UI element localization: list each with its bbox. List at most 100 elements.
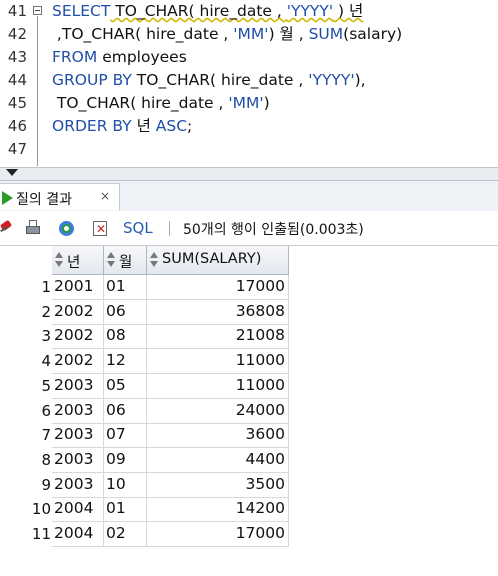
cell-month[interactable]: 06: [106, 302, 126, 320]
row-number[interactable]: 6: [0, 402, 51, 420]
code-line[interactable]: SELECT TO_CHAR( hire_date , 'YYYY' ) 년: [52, 0, 363, 23]
panel-splitter[interactable]: [0, 167, 498, 181]
sort-icon[interactable]: [55, 252, 64, 268]
cell-sum-salary[interactable]: 24000: [147, 401, 285, 419]
code-line[interactable]: TO_CHAR( hire_date , 'MM'): [52, 92, 270, 115]
cell-year[interactable]: 2003: [54, 401, 93, 419]
code-line[interactable]: FROM employees: [52, 46, 187, 69]
fold-toggle-icon[interactable]: [33, 6, 42, 15]
code-line[interactable]: GROUP BY TO_CHAR( hire_date , 'YYYY'),: [52, 69, 366, 92]
sql-token: ;: [187, 117, 193, 135]
row-number[interactable]: 2: [0, 303, 51, 321]
row-number[interactable]: 5: [0, 377, 51, 395]
line-number: 44: [7, 71, 27, 89]
code-line[interactable]: ORDER BY 년 ASC;: [52, 115, 192, 138]
sql-string: 'MM': [228, 94, 264, 112]
cell-sum-salary[interactable]: 3500: [147, 475, 285, 493]
cell-year[interactable]: 2001: [54, 277, 93, 295]
line-number: 45: [7, 94, 27, 112]
results-tab-bar: 질의 결과 ×: [0, 181, 498, 212]
row-number[interactable]: 9: [0, 476, 51, 494]
sql-editor[interactable]: 41 42 43 44 45 46 47 SELECT TO_CHAR( hire_date…: [0, 0, 498, 167]
cell-sum-salary[interactable]: 21008: [147, 326, 285, 344]
column-header-sum-salary[interactable]: SUM(SALARY): [147, 246, 289, 275]
cell-sum-salary[interactable]: 17000: [147, 277, 285, 295]
sort-icon[interactable]: [150, 252, 159, 268]
sql-string: 'YYYY': [286, 2, 334, 20]
cell-year[interactable]: 2002: [54, 326, 93, 344]
cell-month[interactable]: 02: [106, 524, 126, 542]
cell-sum-salary[interactable]: 11000: [147, 351, 285, 369]
line-number: 41: [7, 2, 27, 20]
line-number: 46: [7, 117, 27, 135]
toolbar-separator: [169, 221, 170, 236]
close-tab-button[interactable]: ×: [100, 189, 110, 203]
row-number[interactable]: 4: [0, 352, 51, 370]
column-header-month[interactable]: 월: [104, 246, 147, 275]
sql-token: TO_CHAR( hire_date ,: [131, 71, 309, 89]
cell-year[interactable]: 2002: [54, 351, 93, 369]
sql-token: ) 월 ,: [268, 25, 309, 43]
sql-token: (salary): [343, 25, 403, 43]
sql-token: ,TO_CHAR( hire_date ,: [52, 25, 234, 43]
refresh-icon[interactable]: [58, 220, 75, 237]
cell-month[interactable]: 12: [106, 351, 126, 369]
cell-month[interactable]: 01: [106, 499, 126, 517]
sql-keyword: GROUP BY: [52, 71, 132, 89]
sql-token: 년: [131, 117, 156, 135]
cell-year[interactable]: 2003: [54, 376, 93, 394]
fold-guide-line: [37, 16, 38, 166]
sql-keyword: SUM: [308, 25, 344, 43]
cell-month[interactable]: 08: [106, 326, 126, 344]
row-number[interactable]: 8: [0, 451, 51, 469]
run-arrow-icon: [2, 191, 13, 205]
line-number: 43: [7, 48, 27, 66]
cell-month[interactable]: 05: [106, 376, 126, 394]
row-number[interactable]: 7: [0, 426, 51, 444]
collapse-arrow-icon[interactable]: [6, 169, 18, 176]
sql-keyword: SELECT: [52, 2, 111, 20]
row-number[interactable]: 10: [0, 500, 51, 518]
cell-month[interactable]: 09: [106, 450, 126, 468]
line-number: 42: [7, 25, 27, 43]
sql-token: TO_CHAR( hire_date ,: [110, 2, 287, 20]
cell-sum-salary[interactable]: 11000: [147, 376, 285, 394]
line-number-gutter: 41 42 43 44 45 46 47: [0, 0, 30, 167]
cell-year[interactable]: 2003: [54, 450, 93, 468]
sort-icon[interactable]: [107, 252, 116, 268]
sql-string: 'YYYY': [308, 71, 355, 89]
results-toolbar: SQL 50개의 행이 인출됨(0.003초): [0, 211, 498, 246]
pin-icon[interactable]: [0, 220, 17, 237]
print-icon[interactable]: [24, 220, 41, 237]
tab-label: 질의 결과: [16, 192, 72, 208]
row-number[interactable]: 3: [0, 327, 51, 345]
cell-sum-salary[interactable]: 4400: [147, 450, 285, 468]
cell-month[interactable]: 10: [106, 475, 126, 493]
cell-sum-salary[interactable]: 17000: [147, 524, 285, 542]
cell-year[interactable]: 2003: [54, 475, 93, 493]
line-number: 47: [7, 140, 27, 158]
delete-icon[interactable]: [92, 220, 109, 237]
cell-sum-salary[interactable]: 36808: [147, 302, 285, 320]
cell-sum-salary[interactable]: 3600: [147, 425, 285, 443]
cell-sum-salary[interactable]: 14200: [147, 499, 285, 517]
sql-keyword: ASC: [155, 117, 188, 135]
cell-year[interactable]: 2002: [54, 302, 93, 320]
sql-token: TO_CHAR( hire_date ,: [52, 94, 229, 112]
column-header-year[interactable]: 년: [52, 246, 104, 275]
cell-month[interactable]: 06: [106, 401, 126, 419]
sql-token: ),: [354, 71, 366, 89]
sql-token: ) 년: [333, 2, 364, 20]
cell-year[interactable]: 2004: [54, 524, 93, 542]
cell-month[interactable]: 01: [106, 277, 126, 295]
sql-button[interactable]: SQL: [123, 219, 153, 237]
code-line[interactable]: ,TO_CHAR( hire_date , 'MM') 월 , SUM(sala…: [52, 23, 402, 46]
cell-year[interactable]: 2003: [54, 425, 93, 443]
row-number[interactable]: 11: [0, 525, 51, 543]
sql-token: employees: [97, 48, 187, 66]
cell-month[interactable]: 07: [106, 425, 126, 443]
results-grid[interactable]: 년 월 SUM(SALARY) 1 2001 01 17000 2 2002 06 36808…: [0, 246, 498, 576]
cell-year[interactable]: 2004: [54, 499, 93, 517]
row-number[interactable]: 1: [0, 278, 51, 296]
tab-query-result[interactable]: 질의 결과 ×: [0, 183, 120, 210]
